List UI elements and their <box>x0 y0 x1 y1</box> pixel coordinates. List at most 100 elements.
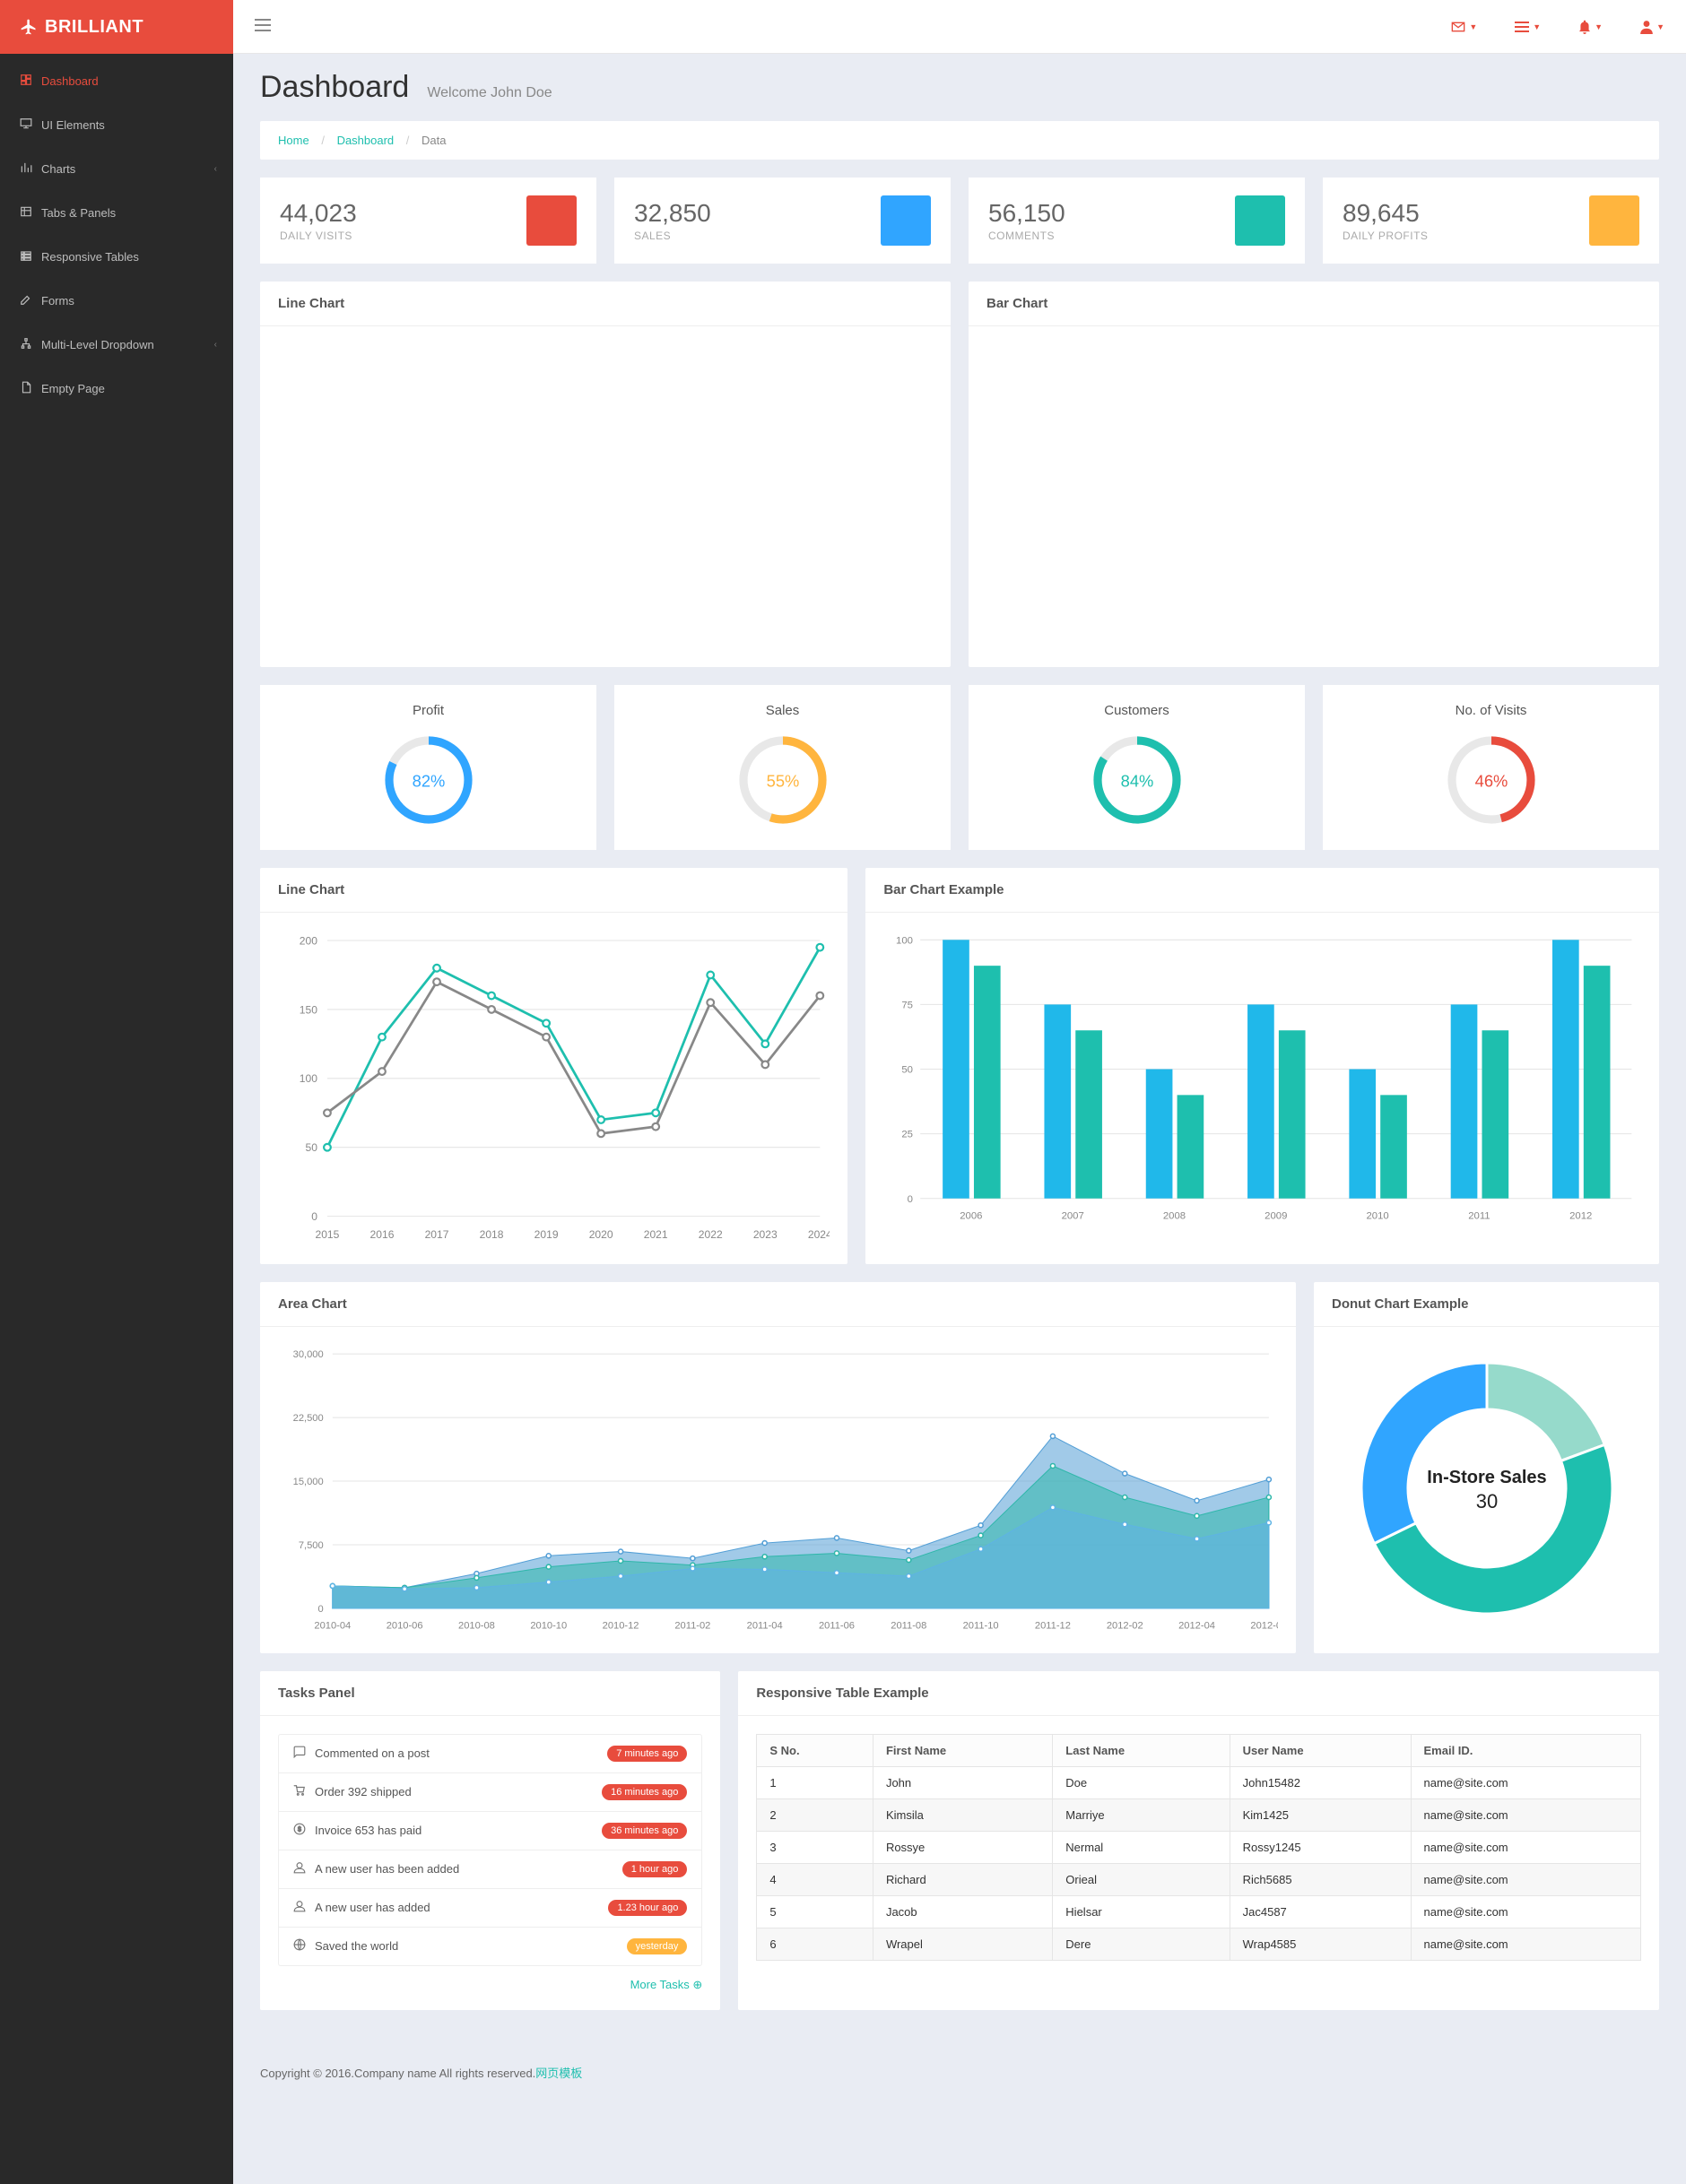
sidebar-item-edit[interactable]: Forms <box>0 279 233 323</box>
svg-text:100: 100 <box>300 1072 317 1085</box>
task-badge: 1.23 hour ago <box>608 1900 687 1916</box>
svg-text:In-Store Sales: In-Store Sales <box>1427 1468 1546 1487</box>
desktop-icon <box>20 117 41 133</box>
svg-text:2020: 2020 <box>589 1228 613 1241</box>
sidebar-item-file[interactable]: Empty Page <box>0 367 233 411</box>
svg-text:2023: 2023 <box>753 1228 778 1241</box>
sidebar-item-label: Forms <box>41 294 74 308</box>
panel-table: Responsive Table Example S No.First Name… <box>738 1671 1659 2010</box>
table-row: 2KimsilaMarriyeKim1425name@site.com <box>757 1798 1641 1831</box>
breadcrumb-current: Data <box>422 134 446 147</box>
task-text: Invoice 653 has paid <box>315 1824 422 1837</box>
bar-chart-icon <box>20 161 41 177</box>
user-icon <box>1640 20 1653 34</box>
table-row: 6WrapelDereWrap4585name@site.com <box>757 1928 1641 1960</box>
svg-text:2012-06: 2012-06 <box>1250 1620 1278 1631</box>
topbar-tasks[interactable]: ▼ <box>1515 20 1541 34</box>
task-item[interactable]: $Invoice 653 has paid36 minutes ago <box>279 1812 701 1850</box>
globe-icon <box>293 1938 306 1954</box>
panel-bar-chart: Bar Chart Example 0255075100200620072008… <box>865 868 1659 1264</box>
stat-label: DAILY PROFITS <box>1343 230 1428 242</box>
sidebar-item-label: Dashboard <box>41 74 99 88</box>
svg-text:2012-02: 2012-02 <box>1107 1620 1143 1631</box>
side-nav: Dashboard UI Elements Charts ‹ Tabs & Panels… <box>0 54 233 411</box>
topbar-mail[interactable]: ▼ <box>1451 20 1477 34</box>
more-tasks-link[interactable]: More Tasks ⊕ <box>630 1978 703 1991</box>
svg-text:2010-06: 2010-06 <box>387 1620 423 1631</box>
svg-text:25: 25 <box>902 1130 914 1140</box>
panel-line-empty: Line Chart <box>260 282 951 667</box>
footer-link[interactable]: 网页模板 <box>535 2067 582 2080</box>
sidebar-item-label: Charts <box>41 162 75 176</box>
envelope-icon <box>1451 22 1465 32</box>
panel-line-chart: Line Chart 05010015020020152016201720182… <box>260 868 847 1264</box>
stat-comments: 56,150COMMENTS <box>969 178 1305 264</box>
sidebar-item-bar-chart[interactable]: Charts ‹ <box>0 147 233 191</box>
dial-customers: Customers84% <box>969 685 1305 850</box>
dial-title: Customers <box>986 703 1287 718</box>
sidebar-item-desktop[interactable]: UI Elements <box>0 103 233 147</box>
svg-text:2010-04: 2010-04 <box>314 1620 351 1631</box>
svg-text:30: 30 <box>1475 1490 1497 1512</box>
sidebar-item-th-list[interactable]: Responsive Tables <box>0 235 233 279</box>
dial-profit: Profit82% <box>260 685 596 850</box>
table-row: 4RichardOriealRich5685name@site.com <box>757 1863 1641 1895</box>
stat-value: 44,023 <box>280 199 357 228</box>
bar-chart: 02550751002006200720082009201020112012 <box>883 931 1641 1226</box>
table-row: 3RossyeNermalRossy1245name@site.com <box>757 1831 1641 1863</box>
breadcrumb: Home / Dashboard / Data <box>260 121 1659 160</box>
svg-text:2022: 2022 <box>699 1228 723 1241</box>
user-icon <box>1589 195 1639 246</box>
eye-icon <box>526 195 577 246</box>
task-item[interactable]: A new user has been added1 hour ago <box>279 1850 701 1889</box>
svg-text:2009: 2009 <box>1265 1210 1288 1221</box>
stat-eye: 44,023 DAILY VISITS <box>260 178 596 264</box>
plane-icon <box>20 18 38 36</box>
table-header: First Name <box>873 1734 1052 1766</box>
task-item[interactable]: Order 392 shipped16 minutes ago <box>279 1773 701 1812</box>
sidebar-item-dashboard[interactable]: Dashboard <box>0 59 233 103</box>
table-header: Email ID. <box>1411 1734 1640 1766</box>
svg-text:2007: 2007 <box>1062 1210 1084 1221</box>
hamburger-icon[interactable] <box>255 19 271 34</box>
dial-title: Sales <box>632 703 933 718</box>
task-text: A new user has added <box>315 1901 430 1914</box>
task-badge: 7 minutes ago <box>607 1746 687 1762</box>
panel-bar-empty: Bar Chart <box>969 282 1659 667</box>
footer: Copyright © 2016.Company name All rights… <box>233 2055 1686 2108</box>
task-item[interactable]: Saved the worldyesterday <box>279 1928 701 1965</box>
stat-label: DAILY VISITS <box>280 230 357 242</box>
task-item[interactable]: A new user has added 1.23 hour ago <box>279 1889 701 1928</box>
sidebar-item-table[interactable]: Tabs & Panels <box>0 191 233 235</box>
chevron-left-icon: ‹ <box>214 164 217 174</box>
svg-text:2015: 2015 <box>316 1228 340 1241</box>
svg-text:200: 200 <box>300 934 317 947</box>
svg-text:50: 50 <box>902 1065 914 1076</box>
page-title: Dashboard <box>260 70 409 105</box>
panel-area-chart: Area Chart 07,50015,00022,50030,0002010-… <box>260 1282 1296 1653</box>
panel-title-bar: Bar Chart <box>969 282 1659 326</box>
svg-text:2006: 2006 <box>960 1210 983 1221</box>
responsive-table: S No.First NameLast NameUser NameEmail I… <box>756 1734 1641 1961</box>
svg-text:55%: 55% <box>766 771 799 790</box>
topbar-user[interactable]: ▼ <box>1640 20 1664 34</box>
breadcrumb-dash[interactable]: Dashboard <box>337 134 395 147</box>
brand-logo[interactable]: BRILLIANT <box>0 0 233 54</box>
dial-no-of-visits: No. of Visits46% <box>1323 685 1659 850</box>
cart-icon <box>293 1784 306 1799</box>
task-item[interactable]: Commented on a post7 minutes ago <box>279 1735 701 1773</box>
svg-text:2012-04: 2012-04 <box>1178 1620 1215 1631</box>
task-badge: yesterday <box>627 1938 688 1954</box>
breadcrumb-home[interactable]: Home <box>278 134 309 147</box>
sidebar-item-label: UI Elements <box>41 118 105 132</box>
svg-text:2012: 2012 <box>1569 1210 1592 1221</box>
th-list-icon <box>20 249 41 264</box>
welcome-text: Welcome John Doe <box>427 85 552 101</box>
topbar-alerts[interactable]: ▼ <box>1578 20 1603 34</box>
sidebar-item-sitemap[interactable]: Multi-Level Dropdown‹ <box>0 323 233 367</box>
svg-text:2011-12: 2011-12 <box>1035 1620 1071 1631</box>
svg-text:2011-06: 2011-06 <box>819 1620 855 1631</box>
panel-title: Bar Chart Example <box>865 868 1659 913</box>
svg-text:46%: 46% <box>1474 771 1508 790</box>
svg-text:22,500: 22,500 <box>293 1413 324 1424</box>
